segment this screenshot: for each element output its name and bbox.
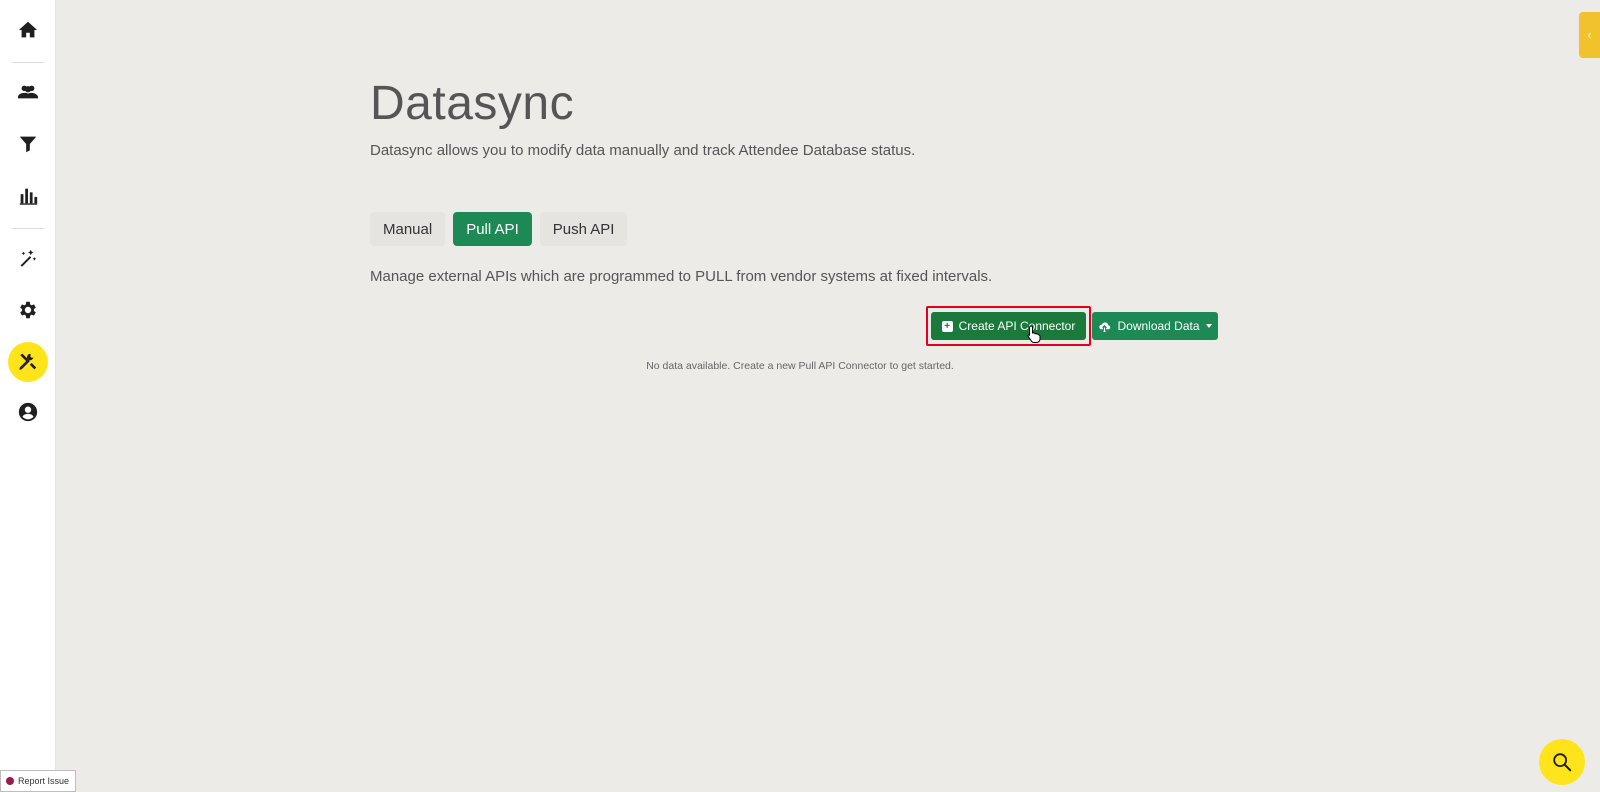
nav-divider <box>12 228 44 229</box>
nav-settings[interactable] <box>8 290 48 330</box>
nav-account[interactable] <box>8 392 48 432</box>
caret-down-icon <box>1205 324 1212 328</box>
create-api-connector-button[interactable]: + Create API Connector <box>931 312 1086 340</box>
search-button[interactable] <box>1539 739 1585 785</box>
nav-reports[interactable] <box>8 176 48 216</box>
mouse-pointer-icon <box>1027 325 1041 343</box>
cloud-download-icon <box>1099 321 1111 332</box>
nav-divider <box>12 62 44 63</box>
download-data-label: Download Data <box>1117 319 1200 333</box>
gear-icon <box>20 301 36 319</box>
users-icon <box>17 85 39 99</box>
empty-state-message: No data available. Create a new Pull API… <box>646 360 954 372</box>
nav-users[interactable] <box>8 72 48 112</box>
bug-icon <box>6 777 14 785</box>
sidebar <box>0 0 56 792</box>
page-title: Datasync <box>370 77 575 130</box>
account-circle-icon <box>18 402 38 422</box>
tab-pull-api[interactable]: Pull API <box>453 212 532 246</box>
page-subtitle: Datasync allows you to modify data manua… <box>370 142 916 159</box>
home-icon <box>18 21 38 38</box>
create-api-connector-label: Create API Connector <box>958 319 1076 333</box>
search-icon <box>1553 753 1572 772</box>
filter-icon <box>19 136 37 153</box>
tab-push-api[interactable]: Push API <box>539 212 628 246</box>
magic-wand-icon <box>20 249 37 267</box>
tab-description: Manage external APIs which are programme… <box>370 268 993 285</box>
nav-filter[interactable] <box>8 124 48 164</box>
side-panel-toggle[interactable]: ‹ <box>1579 12 1600 58</box>
tab-manual[interactable]: Manual <box>370 212 446 246</box>
datasync-tabs: Manual Pull API Push API <box>370 212 628 246</box>
report-issue-button[interactable]: Report Issue <box>0 770 76 792</box>
download-data-button[interactable]: Download Data <box>1092 312 1218 340</box>
tools-icon <box>19 353 37 370</box>
nav-home[interactable] <box>8 10 48 50</box>
nav-magic[interactable] <box>8 238 48 278</box>
nav-tools[interactable] <box>8 342 48 382</box>
bar-chart-icon <box>19 188 38 205</box>
plus-square-icon: + <box>941 320 953 332</box>
chevron-left-icon: ‹ <box>1587 28 1592 42</box>
report-issue-label: Report Issue <box>18 776 70 786</box>
